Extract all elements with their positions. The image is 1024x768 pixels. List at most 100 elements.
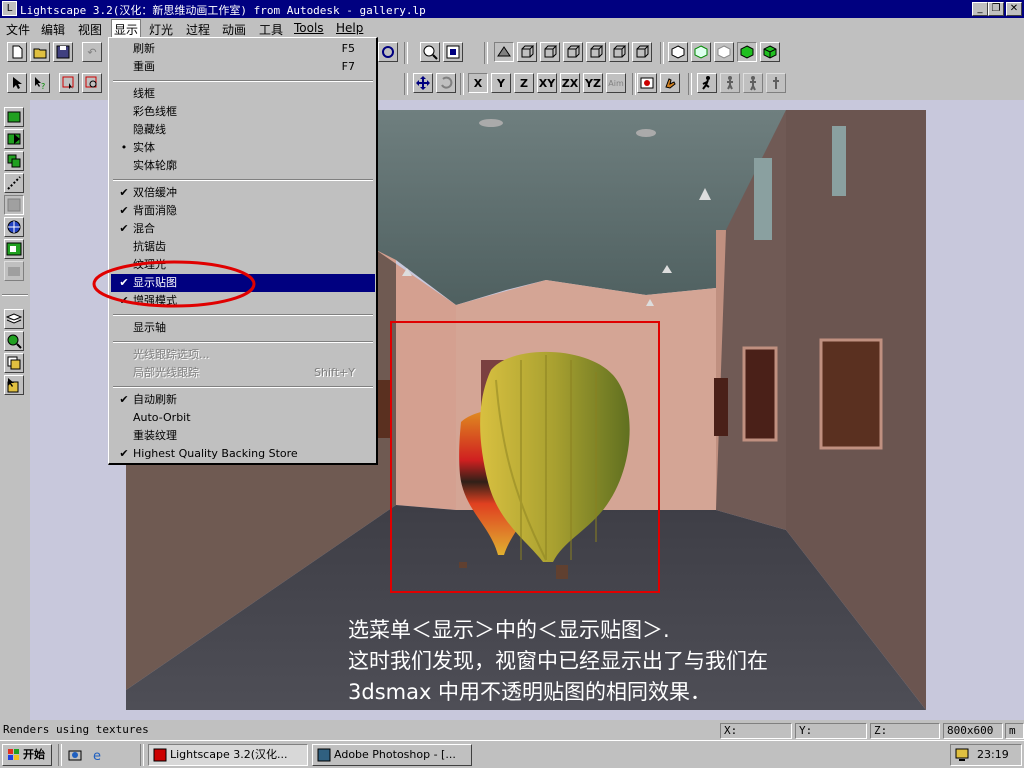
layers-stack-icon[interactable] [4, 309, 24, 329]
copy-object-icon[interactable] [4, 353, 24, 373]
lightscape-icon [153, 748, 167, 762]
task-lightscape[interactable]: Lightscape 3.2(汉化... [148, 744, 308, 766]
menu-light[interactable]: 灯光 [146, 21, 176, 38]
block-icon[interactable] [4, 151, 24, 171]
select-window-icon[interactable] [82, 73, 102, 93]
menu-item-double-buffer[interactable]: ✔ 双倍缓冲 [111, 184, 375, 202]
menu-item-backface-cull[interactable]: ✔ 背面消隐 [111, 202, 375, 220]
hidden-line-cube-icon[interactable] [714, 42, 734, 62]
cube-view-2-icon[interactable] [540, 42, 560, 62]
system-tray: 23:19 [950, 744, 1022, 766]
orbit-icon[interactable] [378, 42, 398, 62]
menu-item-color-wireframe[interactable]: 彩色线框 [111, 103, 375, 121]
menu-item-antialias[interactable]: 抗锯齿 [111, 238, 375, 256]
new-file-icon[interactable] [7, 42, 27, 62]
quick-launch-explorer-icon[interactable] [66, 746, 84, 764]
menu-item-show-axes[interactable]: 显示轴 [111, 319, 375, 337]
task-photoshop[interactable]: Adobe Photoshop - [... [312, 744, 472, 766]
menu-item-reload-textures[interactable]: 重装纹理 [111, 427, 375, 445]
window-icon[interactable] [4, 239, 24, 259]
cube-view-6-icon[interactable] [632, 42, 652, 62]
menu-help[interactable]: Help [333, 21, 366, 35]
light-icon[interactable] [4, 173, 24, 193]
menu-item-redraw[interactable]: 重画 F7 [111, 58, 375, 76]
display-menu: 刷新 F5 重画 F7 线框 彩色线框 隐藏线 • 实体 实体轮廓 ✔ 双倍缓冲 ✔ 背面… [108, 37, 378, 465]
maximize-button[interactable]: ❐ [988, 2, 1004, 16]
cube-view-1-icon[interactable] [517, 42, 537, 62]
title-bar: L Lightscape 3.2(汉化：新思维动画工作室) from Autod… [0, 0, 1024, 18]
monitor-tray-icon[interactable] [955, 748, 971, 762]
pointer-object-icon[interactable] [4, 375, 24, 395]
menu-item-auto-orbit[interactable]: Auto-Orbit [111, 409, 375, 427]
menu-item-raytrace-options[interactable]: 光线跟踪选项... [111, 346, 375, 364]
menu-process[interactable]: 过程 [183, 21, 213, 38]
figure-run-icon[interactable] [697, 73, 717, 93]
texture-icon[interactable] [4, 195, 24, 215]
status-z: Z: [870, 723, 940, 739]
cube-view-3-icon[interactable] [563, 42, 583, 62]
save-icon[interactable] [53, 42, 73, 62]
menu-tools-cn[interactable]: 工具 [256, 21, 286, 38]
figure-stand-icon[interactable] [743, 73, 763, 93]
menu-item-auto-refresh[interactable]: ✔ 自动刷新 [111, 391, 375, 409]
taskbar: 开始 e Lightscape 3.2(汉化... Adobe Photosho… [0, 740, 1024, 768]
axis-yz-button[interactable]: YZ [583, 73, 603, 93]
menu-item-solid[interactable]: • 实体 [111, 139, 375, 157]
menu-item-refresh[interactable]: 刷新 F5 [111, 40, 375, 58]
menu-animation[interactable]: 动画 [219, 21, 249, 38]
zoom-icon[interactable] [420, 42, 440, 62]
pan-hand-icon[interactable] [660, 73, 680, 93]
camera-icon[interactable] [4, 261, 24, 281]
menu-item-hidden-line[interactable]: 隐藏线 [111, 121, 375, 139]
color-wire-cube-icon[interactable] [691, 42, 711, 62]
wireframe-cube-icon[interactable] [668, 42, 688, 62]
menu-item-blend[interactable]: ✔ 混合 [111, 220, 375, 238]
caption-line-1: 选菜单＜显示＞中的＜显示贴图＞. [348, 618, 670, 642]
cube-view-4-icon[interactable] [586, 42, 606, 62]
minimize-button[interactable]: _ [972, 2, 988, 16]
menu-item-local-raytrace[interactable]: 局部光线跟踪 Shift+Y [111, 364, 375, 382]
view-camera-icon[interactable] [494, 42, 514, 62]
move-icon[interactable] [413, 73, 433, 93]
select-arrow-icon[interactable] [7, 73, 27, 93]
search-globe-icon[interactable] [4, 331, 24, 351]
globe-icon[interactable] [4, 217, 24, 237]
menu-item-wireframe[interactable]: 线框 [111, 85, 375, 103]
figure-walk-icon[interactable] [720, 73, 740, 93]
axis-z-button[interactable]: Z [514, 73, 534, 93]
menu-item-solid-outline[interactable]: 实体轮廓 [111, 157, 375, 175]
solid-cube-icon[interactable] [737, 42, 757, 62]
axis-zx-button[interactable]: ZX [560, 73, 580, 93]
figure-fixed-icon[interactable] [766, 73, 786, 93]
status-x: X: [720, 723, 792, 739]
axis-y-button[interactable]: Y [491, 73, 511, 93]
axis-xy-button[interactable]: XY [537, 73, 557, 93]
status-resolution: 800x600 [943, 723, 1003, 739]
window-zoom-icon[interactable] [443, 42, 463, 62]
window-title: Lightscape 3.2(汉化：新思维动画工作室) from Autodes… [20, 4, 426, 17]
axis-aim-button[interactable]: Aim [606, 73, 626, 93]
select-box-icon[interactable] [59, 73, 79, 93]
status-message: Renders using textures [3, 723, 149, 736]
quick-launch-ie-icon[interactable]: e [90, 746, 108, 764]
undo-icon[interactable]: ↶ [82, 42, 102, 62]
open-folder-icon[interactable] [30, 42, 50, 62]
layer-icon[interactable] [4, 107, 24, 127]
axis-x-button[interactable]: X [468, 73, 488, 93]
material-icon[interactable] [4, 129, 24, 149]
annotation-ellipse [92, 260, 256, 308]
menu-edit[interactable]: 编辑 [38, 21, 68, 38]
query-arrow-icon[interactable]: ? [30, 73, 50, 93]
menu-file[interactable]: 文件 [3, 21, 33, 38]
app-icon[interactable]: L [2, 1, 17, 16]
menu-view[interactable]: 视图 [75, 21, 105, 38]
start-button[interactable]: 开始 [2, 744, 52, 766]
menu-tools[interactable]: Tools [291, 21, 327, 35]
status-unit: m [1005, 723, 1024, 739]
rotate-icon[interactable] [436, 73, 456, 93]
walk-icon[interactable] [637, 73, 657, 93]
cube-view-5-icon[interactable] [609, 42, 629, 62]
outline-cube-icon[interactable] [760, 42, 780, 62]
close-button[interactable]: ✕ [1006, 2, 1022, 16]
menu-item-backing-store[interactable]: ✔ Highest Quality Backing Store [111, 445, 375, 463]
